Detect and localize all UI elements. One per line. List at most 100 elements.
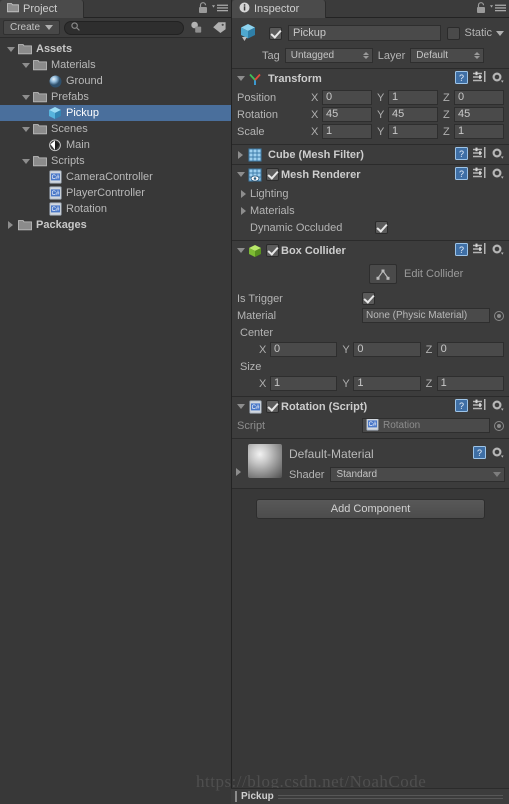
component-header-rotation-script[interactable]: C# Rotation (Script)? bbox=[232, 397, 509, 416]
field-x[interactable]: 45 bbox=[322, 107, 372, 122]
search-input[interactable] bbox=[84, 22, 177, 33]
gear-icon[interactable] bbox=[491, 399, 505, 415]
gear-icon[interactable] bbox=[491, 147, 505, 163]
center-y[interactable]: 0 bbox=[353, 342, 421, 357]
material-foldout-arrow-icon[interactable] bbox=[236, 468, 241, 476]
object-picker-icon[interactable] bbox=[494, 310, 504, 321]
tree-item-prefabs[interactable]: Prefabs bbox=[0, 89, 231, 105]
static-checkbox[interactable] bbox=[447, 26, 461, 40]
dynamic-occluded-checkbox[interactable] bbox=[375, 221, 388, 234]
component-header-mesh-renderer[interactable]: Mesh Renderer? bbox=[232, 165, 509, 184]
tab-inspector[interactable]: Inspector bbox=[232, 0, 327, 18]
field-y[interactable]: 45 bbox=[388, 107, 438, 122]
gameobject-enabled-checkbox[interactable] bbox=[269, 26, 282, 40]
axis-z-label: Z bbox=[425, 377, 433, 390]
lock-icon[interactable] bbox=[476, 2, 486, 17]
physic-material-field[interactable]: None (Physic Material) bbox=[362, 308, 490, 323]
add-component-button[interactable]: Add Component bbox=[256, 499, 485, 519]
csharp-icon: C# bbox=[366, 419, 379, 432]
component-enabled-checkbox[interactable] bbox=[266, 168, 279, 181]
component-header-box-collider[interactable]: Box Collider? bbox=[232, 241, 509, 260]
layer-dropdown[interactable]: Default bbox=[410, 48, 485, 63]
tree-item-playercontroller[interactable]: C# PlayerController bbox=[0, 185, 231, 201]
foldout-lighting[interactable]: Lighting bbox=[237, 185, 504, 202]
size-x[interactable]: 1 bbox=[270, 376, 338, 391]
gameobject-name-input[interactable]: Pickup bbox=[288, 25, 442, 41]
help-book-icon[interactable]: ? bbox=[455, 146, 468, 163]
component-header-transform[interactable]: Transform? bbox=[232, 69, 509, 88]
tree-item-materials[interactable]: Materials bbox=[0, 57, 231, 73]
hamburger-menu-icon[interactable] bbox=[490, 3, 506, 16]
tree-item-label: CameraController bbox=[66, 171, 153, 183]
center-x[interactable]: 0 bbox=[270, 342, 338, 357]
preset-sliders-icon[interactable] bbox=[473, 167, 486, 182]
lock-icon[interactable] bbox=[198, 2, 208, 17]
tag-filter-icon[interactable] bbox=[210, 20, 228, 36]
component-mesh-renderer: Mesh Renderer? Lighting Materials Dynamic O… bbox=[232, 165, 509, 241]
preset-sliders-icon[interactable] bbox=[473, 147, 486, 162]
component-enabled-checkbox[interactable] bbox=[266, 244, 279, 257]
field-x[interactable]: 1 bbox=[322, 124, 372, 139]
tag-dropdown[interactable]: Untagged bbox=[284, 48, 373, 63]
tree-item-pickup[interactable]: Pickup bbox=[0, 105, 231, 121]
help-book-icon[interactable]: ? bbox=[455, 242, 468, 259]
field-y[interactable]: 1 bbox=[388, 124, 438, 139]
tree-item-scenes[interactable]: Scenes bbox=[0, 121, 231, 137]
tree-item-rotation[interactable]: C# Rotation bbox=[0, 201, 231, 217]
gear-icon[interactable] bbox=[491, 446, 505, 462]
chevron-down-icon[interactable] bbox=[19, 121, 32, 137]
object-picker-icon[interactable] bbox=[494, 420, 504, 431]
gear-icon[interactable] bbox=[491, 243, 505, 259]
help-book-icon[interactable]: ? bbox=[473, 446, 486, 462]
field-x[interactable]: 0 bbox=[322, 90, 372, 105]
preset-sliders-icon[interactable] bbox=[473, 243, 486, 258]
project-search-box[interactable] bbox=[64, 20, 184, 35]
folder-icon bbox=[32, 57, 48, 73]
field-y[interactable]: 1 bbox=[388, 90, 438, 105]
size-y[interactable]: 1 bbox=[353, 376, 421, 391]
help-book-icon[interactable]: ? bbox=[455, 70, 468, 87]
tab-project[interactable]: Project bbox=[0, 0, 85, 18]
chevron-down-icon[interactable] bbox=[19, 153, 32, 169]
shape-filter-icon[interactable] bbox=[188, 20, 206, 36]
field-z[interactable]: 0 bbox=[454, 90, 504, 105]
help-book-icon[interactable]: ? bbox=[455, 166, 468, 183]
tree-item-assets[interactable]: Assets bbox=[0, 41, 231, 57]
chevron-down-icon[interactable] bbox=[234, 243, 247, 259]
tree-item-ground[interactable]: Ground bbox=[0, 73, 231, 89]
tree-item-cameracontroller[interactable]: C# CameraController bbox=[0, 169, 231, 185]
chevron-right-icon[interactable] bbox=[237, 203, 250, 219]
chevron-down-icon[interactable] bbox=[19, 57, 32, 73]
chevron-down-icon[interactable] bbox=[234, 71, 247, 87]
chevron-right-icon[interactable] bbox=[4, 217, 17, 233]
create-button[interactable]: Create bbox=[3, 20, 61, 35]
axis-y-label: Y bbox=[342, 343, 350, 356]
chevron-down-icon[interactable] bbox=[19, 89, 32, 105]
chevron-right-icon[interactable] bbox=[237, 186, 250, 202]
component-header-mesh-filter[interactable]: Cube (Mesh Filter)? bbox=[232, 145, 509, 164]
edit-collider-button[interactable] bbox=[369, 264, 397, 284]
hamburger-menu-icon[interactable] bbox=[212, 3, 228, 16]
chevron-down-icon[interactable] bbox=[234, 167, 247, 183]
tree-item-main[interactable]: Main bbox=[0, 137, 231, 153]
tree-item-packages[interactable]: Packages bbox=[0, 217, 231, 233]
static-dropdown-chevron-icon[interactable] bbox=[496, 30, 504, 36]
help-book-icon[interactable]: ? bbox=[455, 398, 468, 415]
field-z[interactable]: 45 bbox=[454, 107, 504, 122]
center-z[interactable]: 0 bbox=[436, 342, 504, 357]
is-trigger-checkbox[interactable] bbox=[362, 292, 375, 305]
foldout-materials[interactable]: Materials bbox=[237, 202, 504, 219]
chevron-down-icon[interactable] bbox=[4, 41, 17, 57]
field-z[interactable]: 1 bbox=[454, 124, 504, 139]
preset-sliders-icon[interactable] bbox=[473, 399, 486, 414]
size-z[interactable]: 1 bbox=[436, 376, 504, 391]
chevron-right-icon[interactable] bbox=[234, 147, 247, 163]
material-icon bbox=[47, 73, 63, 89]
gear-icon[interactable] bbox=[491, 71, 505, 87]
component-enabled-checkbox[interactable] bbox=[266, 400, 279, 413]
chevron-down-icon[interactable] bbox=[234, 399, 247, 415]
shader-dropdown[interactable]: Standard bbox=[330, 467, 505, 482]
preset-sliders-icon[interactable] bbox=[473, 71, 486, 86]
tree-item-scripts[interactable]: Scripts bbox=[0, 153, 231, 169]
gear-icon[interactable] bbox=[491, 167, 505, 183]
